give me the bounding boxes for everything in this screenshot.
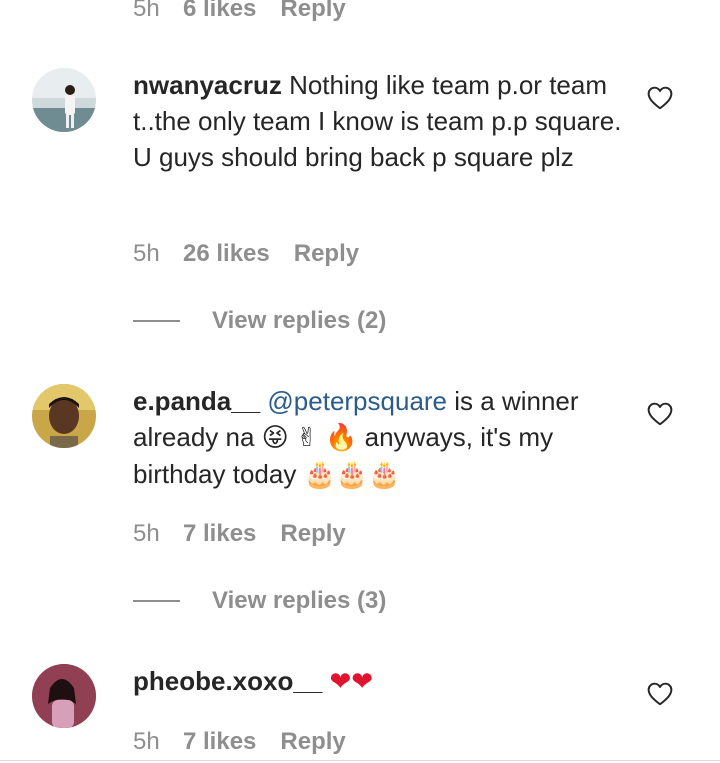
comment-likes-button[interactable]: 6 likes: [183, 0, 256, 23]
comment-likes-button[interactable]: 26 likes: [183, 240, 270, 268]
divider: [0, 760, 720, 761]
comment-meta: 5h 26 likes Reply: [133, 239, 359, 269]
comment-username[interactable]: e.panda__: [133, 386, 260, 416]
emoji: 🎂🎂🎂: [303, 460, 401, 490]
reply-button[interactable]: Reply: [280, 520, 345, 548]
comment-body: pheobe.xoxo__ ❤❤: [133, 663, 628, 700]
comment-time: 5h: [133, 728, 160, 755]
emoji: ✌: [296, 423, 318, 453]
emoji: 😝: [261, 423, 289, 453]
comment-time: 5h: [133, 520, 160, 547]
view-replies-button[interactable]: View replies (2): [133, 306, 386, 336]
reply-button[interactable]: Reply: [294, 240, 359, 268]
reply-button[interactable]: Reply: [280, 0, 345, 23]
view-replies-label: View replies (2): [212, 307, 387, 334]
comment-body: nwanyacruz Nothing like team p.or team t…: [133, 67, 628, 175]
comment-body: e.panda__ @peterpsquare is a winner alre…: [133, 383, 628, 493]
heart-emoji: ❤❤: [329, 667, 374, 697]
view-replies-label: View replies (3): [212, 587, 387, 614]
heart-outline-icon[interactable]: [647, 682, 673, 706]
avatar[interactable]: [32, 384, 96, 448]
view-replies-button[interactable]: View replies (3): [133, 586, 386, 616]
replies-divider-line: [133, 320, 180, 322]
comment-meta-top: 5h 6 likes Reply: [133, 0, 346, 24]
heart-outline-icon[interactable]: [647, 86, 673, 110]
replies-divider-line: [133, 600, 180, 602]
comment-username[interactable]: nwanyacruz: [133, 70, 282, 100]
comment-likes-button[interactable]: 7 likes: [183, 520, 256, 548]
mention-link[interactable]: @peterpsquare: [267, 386, 447, 416]
reply-button[interactable]: Reply: [280, 728, 345, 756]
avatar[interactable]: [32, 68, 96, 132]
comment-time: 5h: [133, 240, 160, 267]
comment-likes-button[interactable]: 7 likes: [183, 728, 256, 756]
heart-outline-icon[interactable]: [647, 402, 673, 426]
comment-time: 5h: [133, 0, 160, 22]
emoji: 🔥: [325, 423, 358, 453]
comment-meta: 5h 7 likes Reply: [133, 519, 346, 549]
comment-meta: 5h 7 likes Reply: [133, 727, 346, 757]
avatar[interactable]: [32, 664, 96, 728]
comment-username[interactable]: pheobe.xoxo__: [133, 666, 322, 696]
